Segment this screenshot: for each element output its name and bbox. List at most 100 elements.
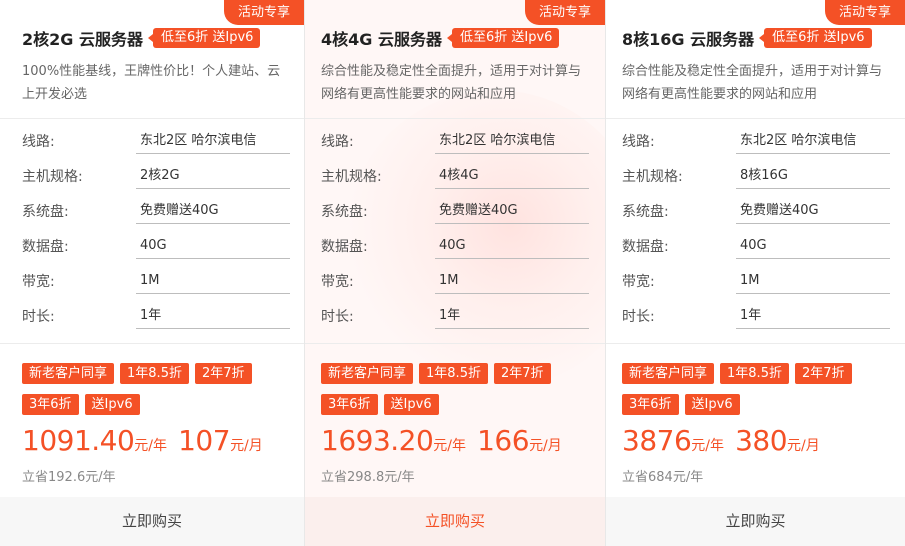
spec-value-field[interactable]: 1M xyxy=(136,270,290,294)
buy-now-button[interactable]: 立即购买 xyxy=(606,497,905,546)
title-row: 2核2G 云服务器 低至6折 送Ipv6 xyxy=(22,26,261,50)
offer-tag: 3年6折 xyxy=(321,394,378,415)
yearly-unit: 元/年 xyxy=(691,438,724,454)
savings-text: 立省298.8元/年 xyxy=(321,470,415,485)
divider xyxy=(606,118,905,119)
buy-now-button[interactable]: 立即购买 xyxy=(0,497,304,546)
spec-label: 带宽: xyxy=(321,274,354,290)
spec-value-field[interactable]: 东北2区 哈尔滨电信 xyxy=(435,130,589,154)
plan-description: 100%性能基线，王牌性价比！个人建站、云上开发必选 xyxy=(22,64,281,102)
offer-tags: 新老客户同享 1年8.5折 2年7折 3年6折 送Ipv6 xyxy=(622,362,892,424)
offer-tags: 新老客户同享 1年8.5折 2年7折 3年6折 送Ipv6 xyxy=(321,362,591,424)
spec-row-data-disk: 数据盘: 40G xyxy=(321,227,591,262)
spec-label: 时长: xyxy=(321,309,354,325)
spec-row-system-disk: 系统盘: 免费赠送40G xyxy=(22,192,292,227)
plan-header: 4核4G 云服务器 低至6折 送Ipv6 综合性能及稳定性全面提升，适用于对计算… xyxy=(305,0,605,118)
monthly-price: 380 xyxy=(735,424,788,457)
spec-row-data-disk: 数据盘: 40G xyxy=(622,227,892,262)
monthly-unit: 元/月 xyxy=(529,438,562,454)
plan-description: 综合性能及稳定性全面提升，适用于对计算与网络有更高性能要求的网站和应用 xyxy=(321,64,582,102)
spec-value-field[interactable]: 免费赠送40G xyxy=(435,200,589,224)
spec-value-field[interactable]: 40G xyxy=(136,235,290,259)
spec-label: 主机规格: xyxy=(321,169,382,185)
divider xyxy=(0,343,304,344)
price-row: 1091.40元/年 107元/月 xyxy=(22,424,269,457)
spec-value-field[interactable]: 8核16G xyxy=(736,165,890,189)
title-row: 8核16G 云服务器 低至6折 送Ipv6 xyxy=(622,26,872,50)
spec-label: 数据盘: xyxy=(622,239,669,255)
yearly-price: 1693.20 xyxy=(321,424,434,457)
savings-text: 立省192.6元/年 xyxy=(22,470,116,485)
offer-tag: 2年7折 xyxy=(194,363,252,384)
spec-value-field[interactable]: 1M xyxy=(435,270,589,294)
spec-row-data-disk: 数据盘: 40G xyxy=(22,227,292,262)
offer-tag: 1年8.5折 xyxy=(720,363,789,384)
offer-tag: 3年6折 xyxy=(622,394,679,415)
server-plan-list: 活动专享 2核2G 云服务器 低至6折 送Ipv6 100%性能基线，王牌性价比… xyxy=(0,0,905,546)
offer-tag: 2年7折 xyxy=(794,363,852,384)
spec-label: 线路: xyxy=(321,134,354,150)
spec-row-host: 主机规格: 2核2G xyxy=(22,157,292,192)
divider xyxy=(0,118,304,119)
spec-label: 主机规格: xyxy=(22,169,83,185)
price-row: 3876元/年 380元/月 xyxy=(622,424,826,457)
plan-header: 8核16G 云服务器 低至6折 送Ipv6 综合性能及稳定性全面提升，适用于对计… xyxy=(606,0,905,118)
spec-label: 数据盘: xyxy=(22,239,69,255)
plan-title: 4核4G 云服务器 xyxy=(321,30,442,49)
spec-row-host: 主机规格: 8核16G xyxy=(622,157,892,192)
spec-label: 时长: xyxy=(622,309,655,325)
discount-badge: 低至6折 送Ipv6 xyxy=(446,28,560,48)
spec-label: 线路: xyxy=(622,134,655,150)
spec-row-line: 线路: 东北2区 哈尔滨电信 xyxy=(622,122,892,157)
yearly-unit: 元/年 xyxy=(134,438,168,454)
offer-tag: 1年8.5折 xyxy=(120,363,189,384)
offer-tag: 送Ipv6 xyxy=(684,394,740,415)
offer-tag: 新老客户同享 xyxy=(622,363,715,384)
plan-header: 2核2G 云服务器 低至6折 送Ipv6 100%性能基线，王牌性价比！个人建站… xyxy=(0,0,304,118)
offer-tags: 新老客户同享 1年8.5折 2年7折 3年6折 送Ipv6 xyxy=(22,362,292,424)
savings-text: 立省684元/年 xyxy=(622,470,704,485)
monthly-price: 107 xyxy=(178,424,231,457)
spec-row-line: 线路: 东北2区 哈尔滨电信 xyxy=(321,122,591,157)
spec-value-field[interactable]: 1年 xyxy=(136,305,290,329)
offer-tag: 2年7折 xyxy=(493,363,551,384)
spec-label: 带宽: xyxy=(622,274,655,290)
spec-value-field[interactable]: 4核4G xyxy=(435,165,589,189)
spec-value-field[interactable]: 东北2区 哈尔滨电信 xyxy=(136,130,290,154)
spec-row-bandwidth: 带宽: 1M xyxy=(622,262,892,297)
spec-label: 时长: xyxy=(22,309,55,325)
monthly-unit: 元/月 xyxy=(230,438,263,454)
plan-description: 综合性能及稳定性全面提升，适用于对计算与网络有更高性能要求的网站和应用 xyxy=(622,64,883,102)
spec-value-field[interactable]: 1M xyxy=(736,270,890,294)
spec-value-field[interactable]: 1年 xyxy=(736,305,890,329)
spec-label: 带宽: xyxy=(22,274,55,290)
spec-label: 线路: xyxy=(22,134,55,150)
buy-now-button[interactable]: 立即购买 xyxy=(305,497,605,546)
divider xyxy=(305,343,605,344)
spec-value-field[interactable]: 免费赠送40G xyxy=(736,200,890,224)
spec-value-field[interactable]: 40G xyxy=(736,235,890,259)
spec-label: 系统盘: xyxy=(321,204,368,220)
divider xyxy=(606,343,905,344)
spec-value-field[interactable]: 40G xyxy=(435,235,589,259)
price-row: 1693.20元/年 166元/月 xyxy=(321,424,568,457)
title-row: 4核4G 云服务器 低至6折 送Ipv6 xyxy=(321,26,560,50)
spec-row-duration: 时长: 1年 xyxy=(321,297,591,332)
monthly-unit: 元/月 xyxy=(787,438,820,454)
discount-badge: 低至6折 送Ipv6 xyxy=(147,28,261,48)
spec-row-bandwidth: 带宽: 1M xyxy=(22,262,292,297)
spec-value-field[interactable]: 1年 xyxy=(435,305,589,329)
spec-label: 主机规格: xyxy=(622,169,683,185)
yearly-price: 1091.40 xyxy=(22,424,135,457)
plan-card-8c16g: 活动专享 8核16G 云服务器 低至6折 送Ipv6 综合性能及稳定性全面提升，… xyxy=(606,0,905,546)
plan-card-4c4g: 活动专享 4核4G 云服务器 低至6折 送Ipv6 综合性能及稳定性全面提升，适… xyxy=(305,0,606,546)
spec-row-duration: 时长: 1年 xyxy=(622,297,892,332)
discount-badge: 低至6折 送Ipv6 xyxy=(759,28,872,48)
plan-title: 8核16G 云服务器 xyxy=(622,30,755,49)
spec-label: 系统盘: xyxy=(22,204,69,220)
spec-value-field[interactable]: 免费赠送40G xyxy=(136,200,290,224)
spec-row-system-disk: 系统盘: 免费赠送40G xyxy=(622,192,892,227)
spec-value-field[interactable]: 东北2区 哈尔滨电信 xyxy=(736,130,890,154)
spec-row-host: 主机规格: 4核4G xyxy=(321,157,591,192)
spec-value-field[interactable]: 2核2G xyxy=(136,165,290,189)
